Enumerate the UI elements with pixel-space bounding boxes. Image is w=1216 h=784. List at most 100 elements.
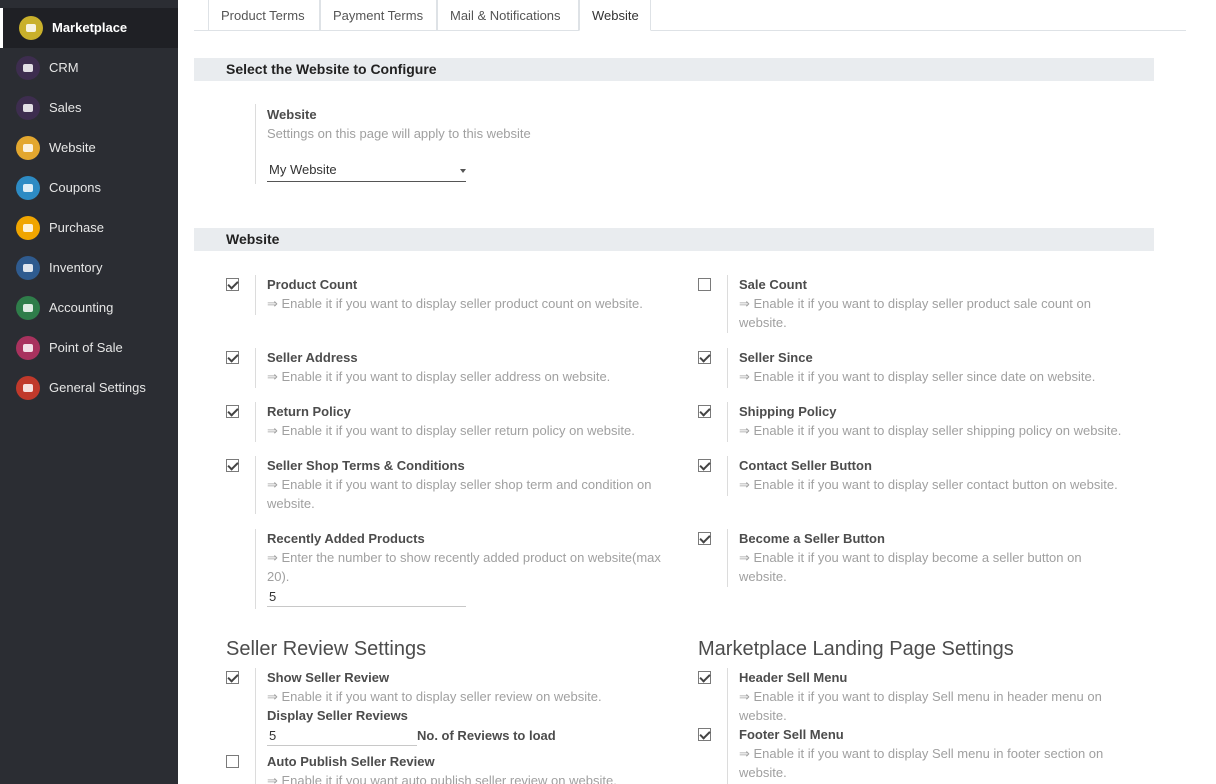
divider <box>255 529 256 609</box>
section-title: Select the Website to Configure <box>226 61 437 77</box>
sidebar-item-purchase[interactable]: Purchase <box>0 208 178 248</box>
header-sell-desc: ⇒ Enable it if you want to display Sell … <box>739 689 1102 704</box>
seller-address-label: Seller Address <box>267 350 358 365</box>
seller-since-checkbox[interactable] <box>698 351 711 364</box>
product-count-label: Product Count <box>267 277 358 292</box>
sidebar-item-point-of-sale[interactable]: Point of Sale <box>0 328 178 368</box>
become-seller-label: Become a Seller Button <box>739 531 885 546</box>
divider <box>727 456 728 496</box>
sidebar-item-label: Website <box>49 140 96 155</box>
divider <box>255 456 256 514</box>
footer-sell-desc-cont: website. <box>739 765 787 780</box>
website-desc: Settings on this page will apply to this… <box>267 126 531 141</box>
recent-products-label: Recently Added Products <box>267 531 425 546</box>
shop-terms-checkbox[interactable] <box>226 459 239 472</box>
tab-mail-notifications[interactable]: Mail & Notifications <box>437 0 579 31</box>
footer-sell-label: Footer Sell Menu <box>739 727 844 742</box>
sidebar-item-sales[interactable]: Sales <box>0 88 178 128</box>
sale-count-desc: ⇒ Enable it if you want to display selle… <box>739 296 1091 311</box>
sidebar-item-general-settings[interactable]: General Settings <box>0 368 178 408</box>
show-review-desc: ⇒ Enable it if you want to display selle… <box>267 689 602 704</box>
sidebar-item-label: Accounting <box>49 300 114 315</box>
become-seller-desc-cont: website. <box>739 569 787 584</box>
display-reviews-suffix: No. of Reviews to load <box>417 728 556 743</box>
divider <box>255 668 256 784</box>
tab-product-terms[interactable]: Product Terms <box>208 0 320 31</box>
website-select-value: My Website <box>269 162 337 177</box>
sale-count-checkbox[interactable] <box>698 278 711 291</box>
divider <box>727 275 728 333</box>
sidebar-item-crm[interactable]: CRM <box>0 48 178 88</box>
header-sell-desc-cont: website. <box>739 708 787 723</box>
divider <box>255 104 256 184</box>
display-reviews-label: Display Seller Reviews <box>267 708 408 723</box>
sidebar-item-label: Sales <box>49 100 82 115</box>
footer-sell-desc: ⇒ Enable it if you want to display Sell … <box>739 746 1104 761</box>
auto-publish-checkbox[interactable] <box>226 755 239 768</box>
shop-terms-label: Seller Shop Terms & Conditions <box>267 458 465 473</box>
sale-count-desc-cont: website. <box>739 315 787 330</box>
landing-settings-title: Marketplace Landing Page Settings <box>698 638 1014 660</box>
seller-since-desc: ⇒ Enable it if you want to display selle… <box>739 369 1096 384</box>
seller-address-checkbox[interactable] <box>226 351 239 364</box>
divider <box>727 668 728 784</box>
header-sell-checkbox[interactable] <box>698 671 711 684</box>
sidebar-item-accounting[interactable]: Accounting <box>0 288 178 328</box>
sidebar-item-label: Coupons <box>49 180 102 195</box>
shipping-policy-checkbox[interactable] <box>698 405 711 418</box>
website-icon <box>16 136 40 160</box>
point-of-sale-icon <box>16 336 40 360</box>
chevron-down-icon <box>460 169 466 173</box>
sidebar-item-marketplace[interactable]: Marketplace <box>0 8 178 48</box>
sales-icon <box>16 96 40 120</box>
sale-count-label: Sale Count <box>739 277 807 292</box>
seller-address-desc: ⇒ Enable it if you want to display selle… <box>267 369 611 384</box>
accounting-icon <box>16 296 40 320</box>
divider <box>727 348 728 388</box>
display-reviews-input[interactable]: 5 <box>267 726 417 746</box>
recent-products-value: 5 <box>269 589 277 604</box>
shipping-policy-desc: ⇒ Enable it if you want to display selle… <box>739 423 1122 438</box>
divider <box>727 402 728 442</box>
marketplace-icon <box>19 16 43 40</box>
divider <box>255 402 256 442</box>
sidebar-item-label: Marketplace <box>52 20 128 35</box>
sidebar-item-website[interactable]: Website <box>0 128 178 168</box>
contact-button-label: Contact Seller Button <box>739 458 872 473</box>
footer-sell-checkbox[interactable] <box>698 728 711 741</box>
website-label: Website <box>267 107 317 122</box>
divider <box>727 529 728 587</box>
recent-products-desc: ⇒ Enter the number to show recently adde… <box>267 550 661 565</box>
show-review-label: Show Seller Review <box>267 670 390 685</box>
website-select[interactable]: My Website <box>267 160 466 182</box>
product-count-desc: ⇒ Enable it if you want to display selle… <box>267 296 643 311</box>
become-seller-desc: ⇒ Enable it if you want to display becom… <box>739 550 1082 565</box>
divider <box>255 348 256 388</box>
show-review-checkbox[interactable] <box>226 671 239 684</box>
seller-since-label: Seller Since <box>739 350 813 365</box>
return-policy-label: Return Policy <box>267 404 351 419</box>
section-header-website: Website <box>194 228 1154 251</box>
shop-terms-desc: ⇒ Enable it if you want to display selle… <box>267 477 652 492</box>
shipping-policy-label: Shipping Policy <box>739 404 837 419</box>
section-title: Website <box>226 231 280 247</box>
tab-payment-terms[interactable]: Payment Terms <box>320 0 437 31</box>
auto-publish-desc: ⇒ Enable it if you want auto publish sel… <box>267 773 617 784</box>
settings-content: Product Terms Payment Terms Mail & Notif… <box>178 0 1216 784</box>
contact-button-checkbox[interactable] <box>698 459 711 472</box>
recent-products-input[interactable]: 5 <box>267 587 466 607</box>
sidebar-item-inventory[interactable]: Inventory <box>0 248 178 288</box>
general-settings-icon <box>16 376 40 400</box>
inventory-icon <box>16 256 40 280</box>
auto-publish-label: Auto Publish Seller Review <box>267 754 435 769</box>
coupons-icon <box>16 176 40 200</box>
crm-icon <box>16 56 40 80</box>
become-seller-checkbox[interactable] <box>698 532 711 545</box>
tab-website[interactable]: Website <box>579 0 651 31</box>
sidebar-item-coupons[interactable]: Coupons <box>0 168 178 208</box>
section-header-select-website: Select the Website to Configure <box>194 58 1154 81</box>
sidebar-item-label: Inventory <box>49 260 103 275</box>
divider <box>255 275 256 315</box>
return-policy-checkbox[interactable] <box>226 405 239 418</box>
product-count-checkbox[interactable] <box>226 278 239 291</box>
